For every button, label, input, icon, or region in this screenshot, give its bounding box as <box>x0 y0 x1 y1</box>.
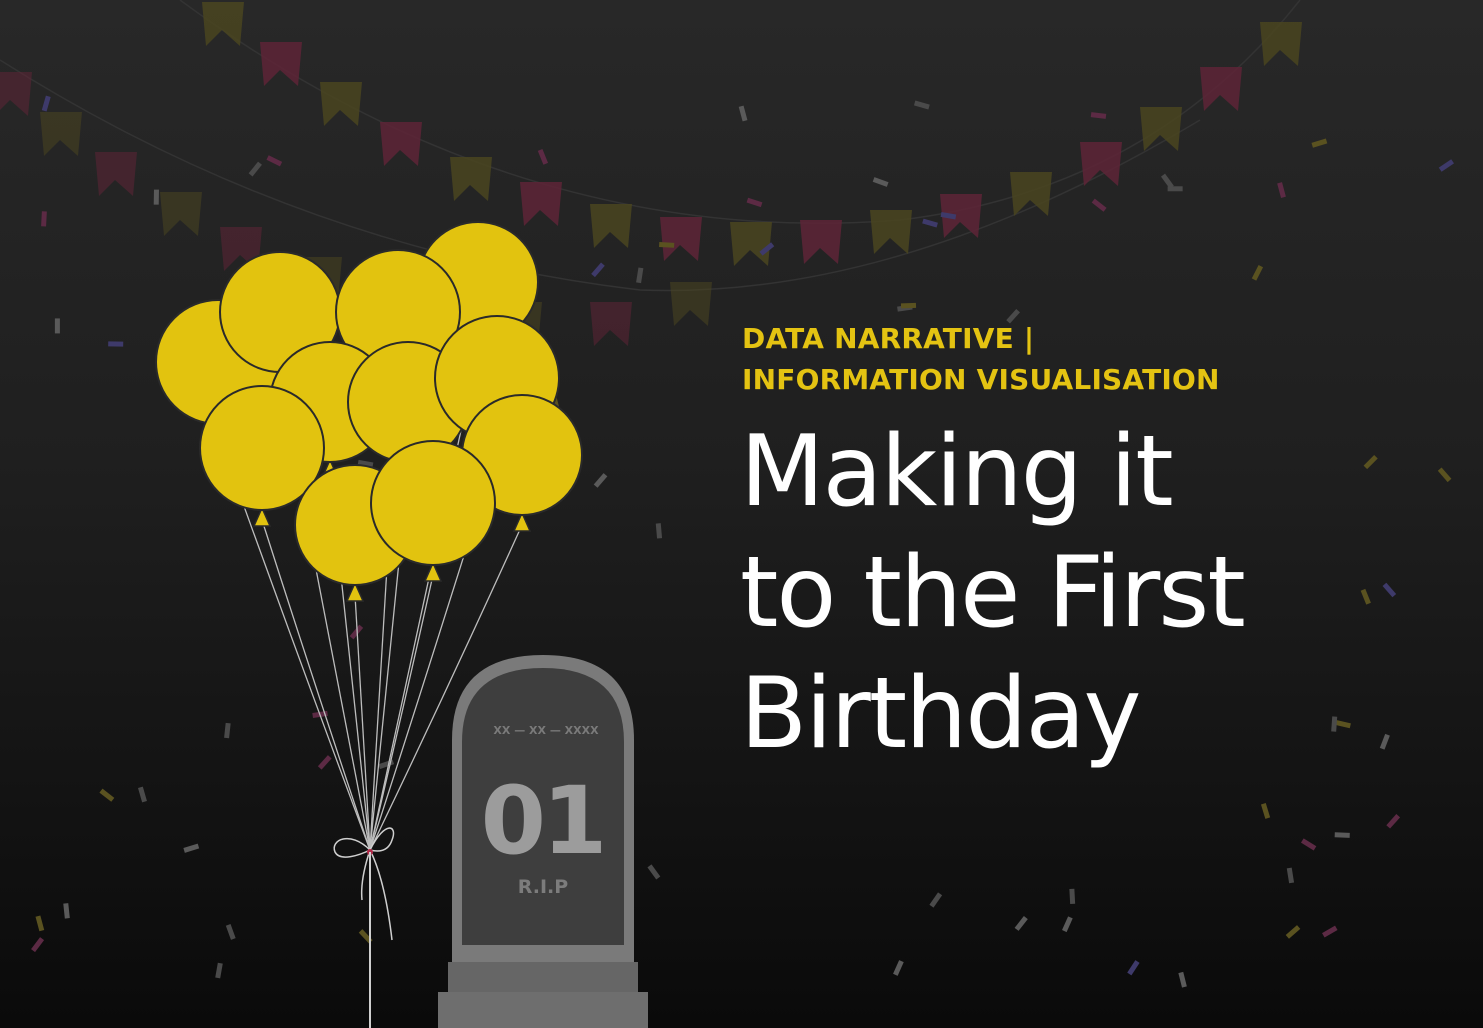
confetti-piece <box>1334 832 1350 838</box>
confetti-piece <box>35 915 45 932</box>
confetti-piece <box>593 473 608 488</box>
confetti-piece <box>41 95 51 112</box>
kicker-line-2: INFORMATION VISUALISATION <box>742 363 1220 396</box>
confetti-piece <box>647 864 661 880</box>
confetti-piece <box>893 960 904 976</box>
confetti-piece <box>1300 838 1317 851</box>
pennant <box>202 2 244 46</box>
confetti-piece <box>224 722 231 739</box>
pennant <box>320 82 362 126</box>
confetti-piece <box>138 786 147 803</box>
pennant <box>730 222 772 266</box>
confetti-piece <box>99 788 115 802</box>
pennant <box>1260 22 1302 66</box>
confetti-piece <box>1014 916 1028 931</box>
confetti-piece <box>1438 159 1455 172</box>
confetti-piece <box>913 100 930 110</box>
confetti-piece <box>872 177 889 187</box>
title-line-1: Making it <box>740 415 1174 529</box>
confetti-piece <box>1277 182 1286 198</box>
confetti-piece <box>54 318 60 334</box>
confetti-piece <box>537 148 549 165</box>
confetti-piece <box>1386 814 1401 829</box>
confetti-piece <box>317 755 332 770</box>
confetti-piece <box>266 155 283 167</box>
pennant <box>1200 67 1242 111</box>
pennant <box>1140 107 1182 151</box>
title-line-2: to the First <box>740 536 1246 650</box>
pennant <box>380 122 422 166</box>
confetti-piece <box>746 197 763 208</box>
confetti-piece <box>215 962 223 979</box>
confetti-piece <box>655 523 663 539</box>
confetti-piece <box>1167 186 1183 192</box>
pennant <box>160 192 202 236</box>
pennant <box>450 157 492 201</box>
pennant <box>1080 142 1122 186</box>
confetti-piece <box>1260 803 1271 819</box>
confetti-piece <box>41 211 47 227</box>
confetti-piece <box>1285 925 1301 939</box>
confetti-piece <box>1091 198 1107 212</box>
pennant <box>660 217 702 261</box>
pennant <box>95 152 137 196</box>
pennant <box>590 204 632 248</box>
confetti-piece <box>1178 971 1187 988</box>
title-line-3: Birthday <box>740 657 1142 771</box>
confetti-piece <box>738 105 748 122</box>
confetti-piece <box>636 267 644 284</box>
confetti-piece <box>922 218 938 228</box>
confetti-piece <box>591 262 605 278</box>
tombstone-number: 01 <box>481 767 604 876</box>
tombstone-date: XX — XX — XXXX <box>493 724 599 737</box>
confetti-piece <box>31 937 45 953</box>
pennant <box>590 302 632 346</box>
confetti-piece <box>1127 960 1140 976</box>
confetti-piece <box>1069 888 1076 905</box>
confetti-piece <box>929 892 943 908</box>
kicker-line-1: DATA NARRATIVE | <box>742 322 1035 355</box>
pennant <box>800 220 842 264</box>
tombstone-epitaph: R.I.P <box>518 876 568 898</box>
pennant <box>40 112 82 156</box>
confetti-piece <box>659 242 675 248</box>
bunting-icon <box>0 0 1302 346</box>
confetti-piece <box>248 161 262 177</box>
confetti-piece <box>1251 265 1264 281</box>
pennant <box>1010 172 1052 216</box>
pennant <box>0 72 32 116</box>
pennant <box>260 42 302 86</box>
pennant <box>870 210 912 254</box>
confetti-piece <box>225 924 236 940</box>
tombstone-icon: XX — XX — XXXX 01 R.I.P <box>438 655 648 1028</box>
confetti-piece <box>183 843 200 853</box>
confetti-piece <box>153 189 159 205</box>
page-title: Making it to the First Birthday <box>740 412 1440 775</box>
confetti-piece <box>1286 867 1295 884</box>
confetti-piece <box>900 302 917 309</box>
kicker-label: DATA NARRATIVE | INFORMATION VISUALISATI… <box>742 318 1362 400</box>
confetti-piece <box>1090 112 1107 119</box>
pennant <box>520 182 562 226</box>
confetti-piece <box>1062 916 1073 933</box>
confetti-piece <box>63 903 70 919</box>
confetti-piece <box>1311 138 1328 148</box>
confetti-piece <box>108 341 124 347</box>
pennant <box>670 282 712 326</box>
confetti-piece <box>1322 925 1338 938</box>
confetti-piece <box>378 759 395 770</box>
